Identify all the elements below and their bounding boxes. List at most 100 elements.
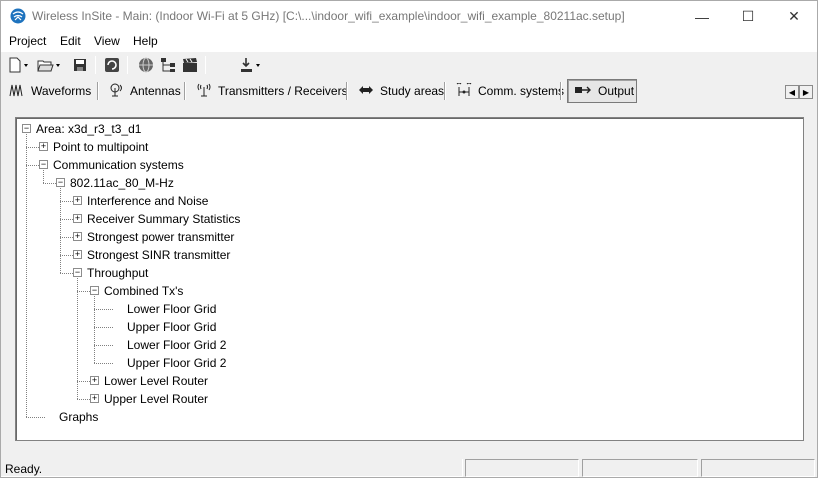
expand-icon[interactable]: + [39,142,48,151]
maximize-button[interactable]: ☐ [725,1,771,32]
tree-connector-line [94,327,113,328]
output-tree-view[interactable]: − Area: x3d_r3_t3_d1 + Point to multipoint −… [15,117,804,441]
tab-separator [97,82,99,100]
tab-label: Output [598,84,635,98]
tree-node[interactable]: Strongest SINR transmitter [87,247,230,263]
open-folder-icon[interactable] [35,55,65,75]
expand-icon[interactable]: + [73,196,82,205]
save-icon[interactable] [69,55,91,75]
tree-connector-line [26,134,27,417]
menu-view[interactable]: View [94,34,120,48]
menu-project[interactable]: Project [9,34,46,48]
status-pane [582,459,698,477]
transmitter-icon [196,83,212,100]
tree-connector-line [94,296,95,363]
antenna-icon [108,83,124,100]
arrow-right-icon: ▶ [802,87,810,97]
tab-output[interactable]: Output [567,79,637,103]
tree-node[interactable]: Strongest power transmitter [87,229,234,245]
expand-icon[interactable]: + [73,232,82,241]
tree-node[interactable]: Interference and Noise [87,193,208,209]
tree-node[interactable]: Upper Floor Grid 2 [127,355,226,371]
tree-connector-line [94,309,113,310]
expand-icon[interactable]: + [73,250,82,259]
tree-connector-line [60,188,61,273]
tree-connector-line [60,237,73,238]
tree-node[interactable]: Throughput [87,265,148,281]
tree-node[interactable]: Upper Floor Grid [127,319,216,335]
study-area-icon [358,83,374,100]
status-text: Ready. [5,462,43,476]
menu-help[interactable]: Help [133,34,158,48]
tree-connector-line [77,291,90,292]
collapse-icon[interactable]: − [56,178,65,187]
tree-connector-line [60,219,73,220]
tab-study-areas[interactable]: Study areas [352,79,450,103]
collapse-icon[interactable]: − [22,124,31,133]
scroll-left-button[interactable]: ◀ [785,85,799,99]
toolbar-separator [127,56,128,74]
tree-node[interactable]: 802.11ac_80_M-Hz [70,175,174,191]
tree-structure-icon[interactable] [157,55,179,75]
tab-waveforms[interactable]: Waveforms [3,79,97,103]
status-pane [465,459,579,477]
tree-node[interactable]: Upper Level Router [104,391,208,407]
tree-connector-line [43,170,44,183]
tree-connector-line [94,363,113,364]
tree-connector-line [26,417,45,418]
close-button[interactable]: ✕ [771,1,817,32]
tab-separator [346,82,348,100]
expand-icon[interactable]: + [90,376,99,385]
menu-bar: Project Edit View Help [1,32,817,52]
collapse-icon[interactable]: − [39,160,48,169]
minimize-button[interactable]: — [679,1,725,32]
tab-separator [560,82,562,100]
menu-edit[interactable]: Edit [60,34,81,48]
tree-node[interactable]: Lower Floor Grid [127,301,216,317]
tree-connector-line [43,183,56,184]
tree-node[interactable]: Lower Floor Grid 2 [127,337,226,353]
status-pane-main: Ready. [1,459,463,477]
tab-separator [444,82,446,100]
main-toolbar [1,53,817,77]
collapse-icon[interactable]: − [73,268,82,277]
download-icon[interactable] [237,55,267,75]
tree-node[interactable]: Area: x3d_r3_t3_d1 [36,121,141,137]
status-pane [701,459,815,477]
tree-connector-line [26,165,39,166]
toolbar-separator [95,56,96,74]
arrow-left-icon: ◀ [788,87,796,97]
globe-icon[interactable] [135,55,157,75]
toolbar-separator [205,56,206,74]
new-file-icon[interactable] [5,55,33,75]
window-title: Wireless InSite - Main: (Indoor Wi-Fi at… [32,9,625,23]
tab-label: Study areas [380,84,445,98]
scroll-right-button[interactable]: ▶ [799,85,813,99]
tab-comm-systems[interactable]: Comm. systems [450,79,570,103]
tree-node[interactable]: Receiver Summary Statistics [87,211,240,227]
status-bar: Ready. [1,458,817,478]
collapse-icon[interactable]: − [90,286,99,295]
tree-node[interactable]: Communication systems [53,157,184,173]
view-toolbar: Waveforms Antennas Transmitters / Receiv… [1,78,817,104]
output-icon [574,84,592,99]
wireless-insite-logo-icon [10,8,26,24]
tree-connector-line [60,201,73,202]
expand-icon[interactable]: + [73,214,82,223]
tree-connector-line [26,147,39,148]
tab-label: Transmitters / Receivers [218,84,348,98]
clapperboard-icon[interactable] [179,55,201,75]
tree-node[interactable]: Lower Level Router [104,373,208,389]
tab-transmitters-receivers[interactable]: Transmitters / Receivers [190,79,354,103]
refresh-icon[interactable] [101,55,123,75]
tab-separator [184,82,186,100]
tree-node[interactable]: Combined Tx's [104,283,183,299]
tree-node[interactable]: Graphs [59,409,98,425]
tree-connector-line [77,381,90,382]
title-bar: Wireless InSite - Main: (Indoor Wi-Fi at… [1,1,817,32]
waveform-icon [9,83,25,100]
tree-node[interactable]: Point to multipoint [53,139,148,155]
tab-antennas[interactable]: Antennas [102,79,187,103]
expand-icon[interactable]: + [90,394,99,403]
comm-system-icon [456,82,472,100]
